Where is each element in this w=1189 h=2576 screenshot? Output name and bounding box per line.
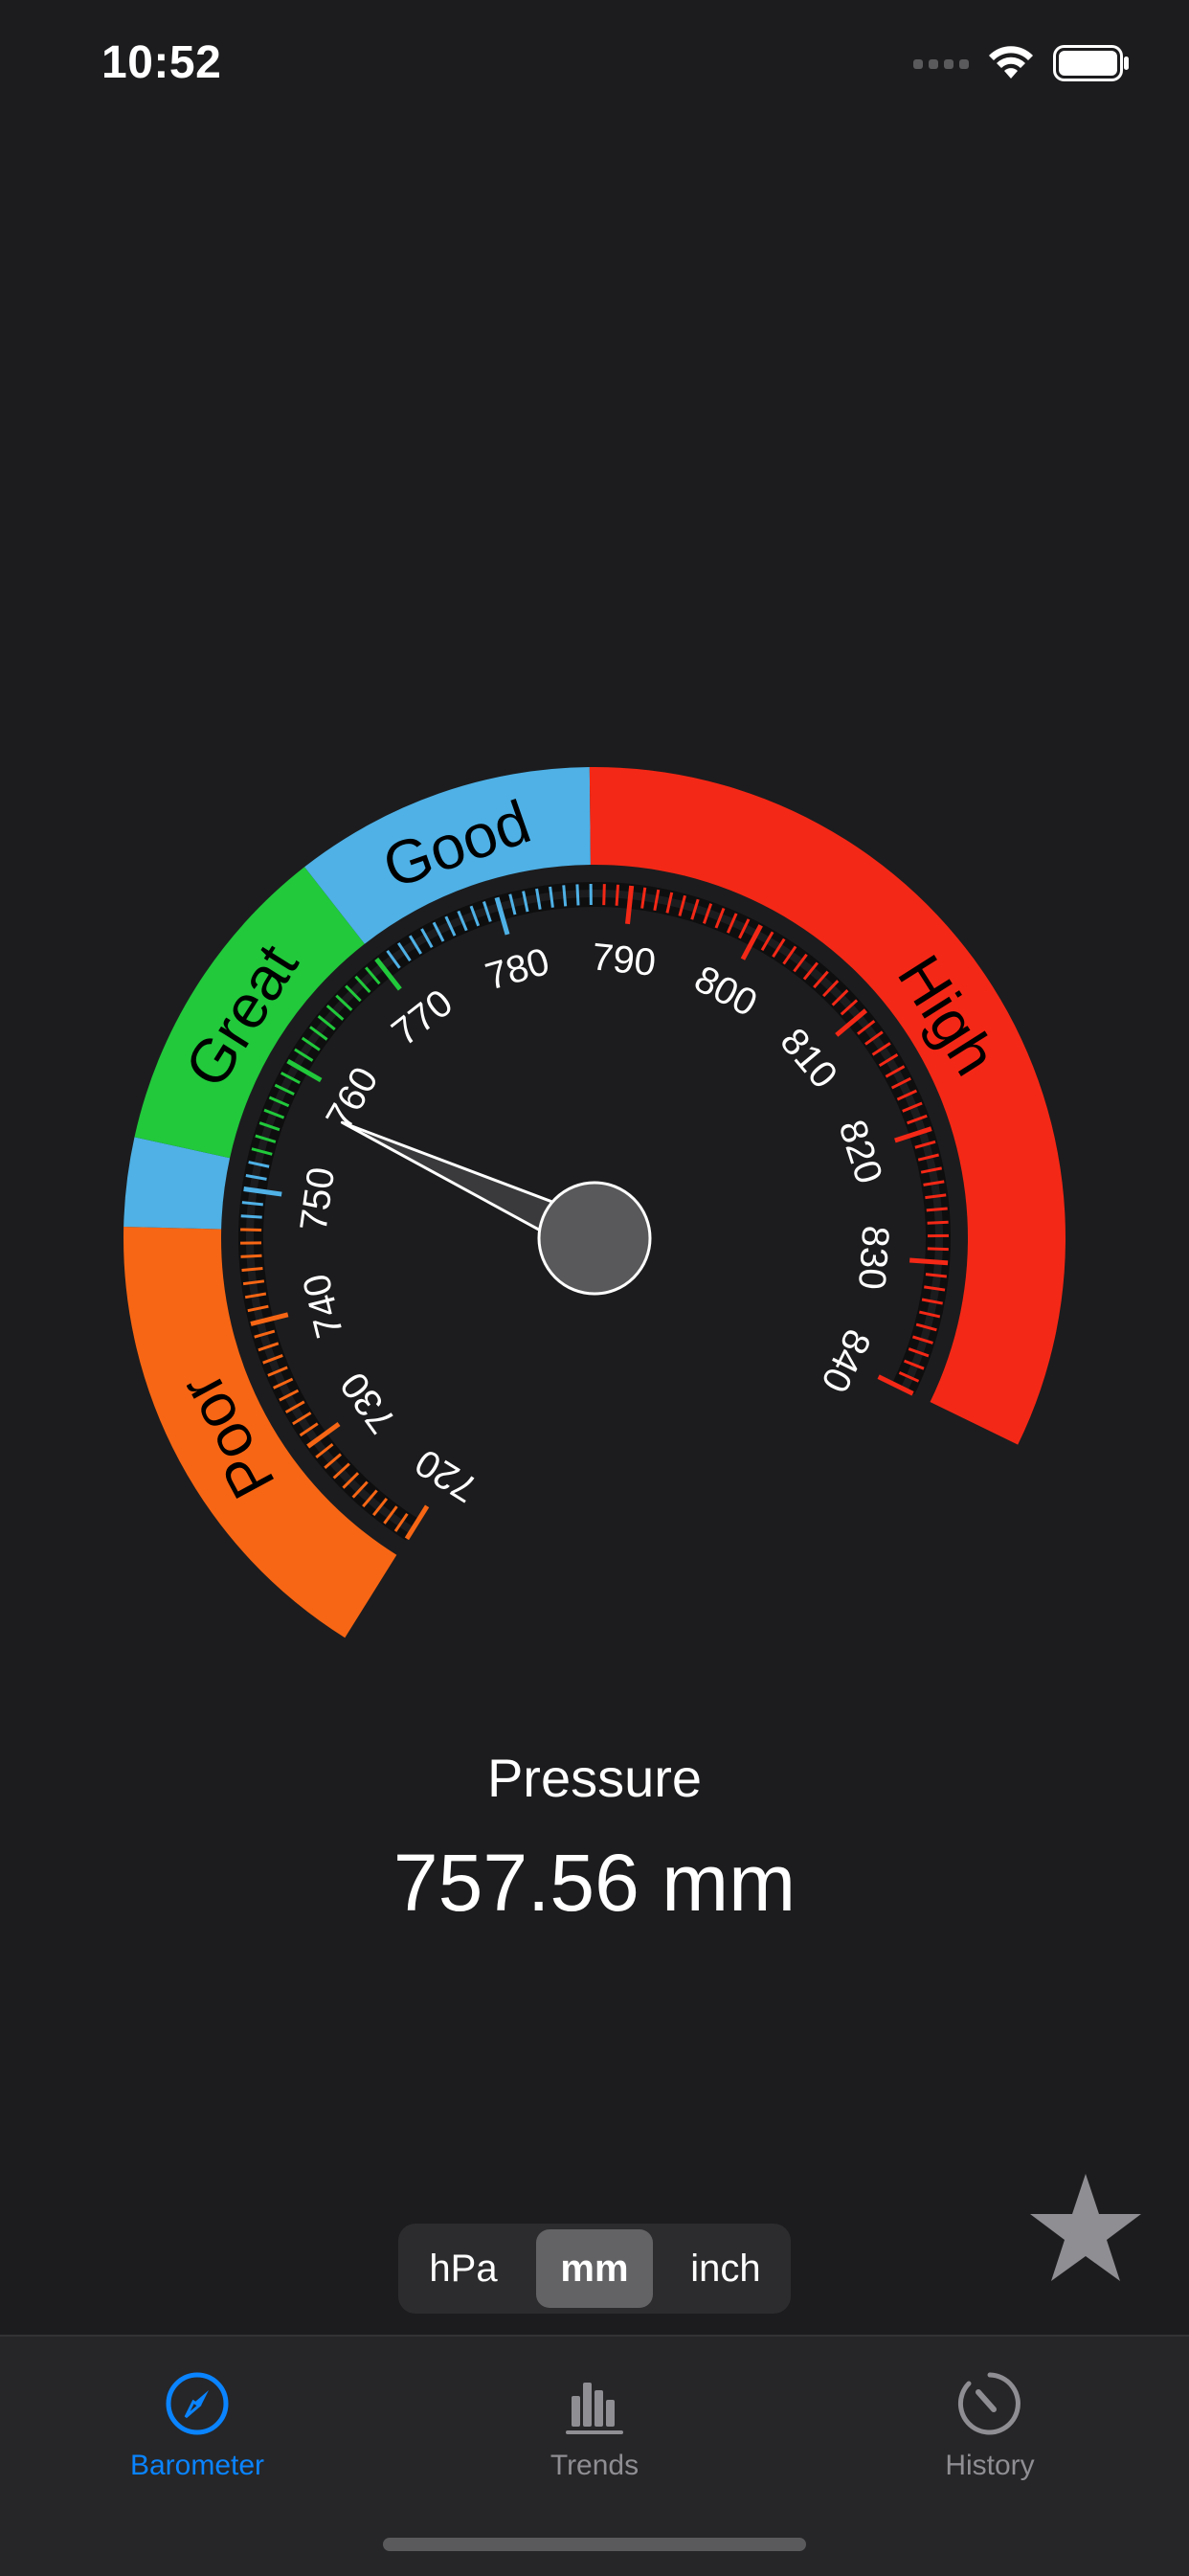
gauge-minor-tick xyxy=(240,1230,261,1231)
unit-segmented-control[interactable]: hPa mm inch xyxy=(398,2224,791,2314)
bar-chart-icon xyxy=(556,2365,633,2442)
gauge-tick-label: 820 xyxy=(830,1115,889,1188)
gauge-tick-label: 840 xyxy=(813,1322,879,1398)
gauge-minor-tick xyxy=(577,884,578,905)
gauge-major-tick xyxy=(627,886,631,924)
pressure-label: Pressure xyxy=(0,1747,1189,1809)
unit-option-inch[interactable]: inch xyxy=(668,2229,783,2308)
history-dial-icon xyxy=(952,2365,1028,2442)
gauge-tick-label: 830 xyxy=(850,1225,897,1292)
unit-option-mm[interactable]: mm xyxy=(536,2229,653,2308)
tab-trends[interactable]: Trends xyxy=(480,2365,709,2509)
unit-option-hpa[interactable]: hPa xyxy=(406,2229,521,2308)
gauge-tick-label: 810 xyxy=(772,1021,845,1096)
gauge-minor-tick xyxy=(928,1249,949,1250)
gauge-minor-tick xyxy=(241,1255,262,1256)
tab-label-barometer: Barometer xyxy=(82,2450,312,2482)
tab-label-history: History xyxy=(875,2450,1105,2482)
gauge-tick-label: 770 xyxy=(384,982,460,1054)
gauge-tick-label: 780 xyxy=(481,940,553,999)
gauge-minor-tick xyxy=(604,884,605,905)
star-icon[interactable] xyxy=(1024,2170,1147,2293)
gauge-tick-label: 720 xyxy=(408,1440,484,1510)
gauge-minor-tick xyxy=(242,1269,263,1271)
pressure-value: 757.56 mm xyxy=(0,1837,1189,1930)
gauge-minor-tick xyxy=(241,1216,262,1217)
gauge-minor-tick xyxy=(927,1209,948,1210)
pressure-gauge: PoorGreatGoodHigh 7207307407507607707807… xyxy=(0,0,1189,1724)
gauge-minor-tick xyxy=(564,885,566,906)
home-indicator xyxy=(383,2538,806,2551)
gauge-tick-label: 750 xyxy=(292,1164,343,1233)
gauge-needle-hub xyxy=(539,1183,650,1294)
tab-barometer[interactable]: Barometer xyxy=(82,2365,312,2509)
gauge-zone-high xyxy=(590,767,1066,1445)
gauge-major-tick xyxy=(244,1189,282,1195)
gauge-tick-label: 800 xyxy=(687,958,764,1025)
compass-icon xyxy=(159,2365,236,2442)
tab-label-trends: Trends xyxy=(480,2450,709,2482)
gauge-major-tick xyxy=(909,1260,948,1263)
barometer-screen: 10:52 PoorGreatGoodHigh 720730 xyxy=(0,0,1189,2574)
gauge-tick-label: 730 xyxy=(332,1365,404,1441)
gauge-tick-label: 740 xyxy=(295,1270,351,1342)
gauge-minor-tick xyxy=(928,1222,949,1223)
tab-history[interactable]: History xyxy=(875,2365,1105,2509)
gauge-needle xyxy=(342,1122,650,1294)
gauge-tick-label: 790 xyxy=(590,936,658,984)
